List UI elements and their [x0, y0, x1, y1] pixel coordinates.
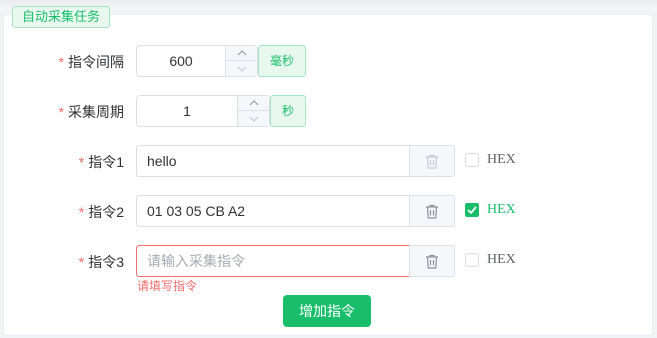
command-1-label: * 指令1	[79, 152, 124, 172]
period-increment-button[interactable]	[238, 96, 269, 111]
chevron-down-icon	[249, 116, 258, 122]
checkbox-box[interactable]	[465, 203, 479, 217]
chevron-down-icon	[237, 66, 246, 72]
add-command-button[interactable]: 增加指令	[283, 295, 371, 327]
command-3-input[interactable]: 请输入采集指令	[136, 245, 410, 277]
command-1-input[interactable]: hello	[136, 145, 410, 177]
required-mark: *	[58, 54, 64, 70]
checkbox-box[interactable]	[465, 153, 479, 167]
command-3-label-text: 指令3	[88, 254, 124, 270]
checkbox-box[interactable]	[465, 253, 479, 267]
interval-increment-button[interactable]	[226, 46, 257, 61]
interval-value[interactable]: 600	[137, 46, 225, 76]
command-2-delete-button[interactable]	[409, 195, 455, 227]
hex-label: HEX	[487, 202, 516, 217]
required-mark: *	[78, 254, 85, 270]
command-3-hex-checkbox[interactable]: HEX	[465, 252, 516, 268]
interval-label-text: 指令间隔	[68, 54, 124, 70]
command-3-placeholder: 请输入采集指令	[147, 253, 245, 269]
command-3-delete-button[interactable]	[409, 245, 455, 277]
hex-label: HEX	[487, 252, 516, 267]
command-2-hex-checkbox[interactable]: HEX	[465, 202, 516, 218]
interval-decrement-button[interactable]	[226, 61, 257, 76]
interval-number-input[interactable]: 600	[136, 45, 258, 77]
period-spinner	[237, 96, 269, 126]
hex-label: HEX	[487, 152, 516, 167]
interval-label: * 指令间隔	[59, 52, 124, 72]
period-decrement-button[interactable]	[238, 111, 269, 126]
trash-icon	[426, 254, 438, 269]
trash-icon	[426, 154, 438, 169]
required-mark: *	[78, 154, 85, 170]
required-mark: *	[58, 104, 64, 120]
command-1-delete-button[interactable]	[409, 145, 455, 177]
section-title-tag: 自动采集任务	[12, 6, 111, 28]
chevron-up-icon	[237, 50, 246, 56]
required-mark: *	[78, 204, 85, 220]
period-label-text: 采集周期	[68, 104, 124, 120]
command-2-label-text: 指令2	[88, 204, 124, 220]
chevron-up-icon	[249, 100, 258, 106]
command-3-error-message: 请填写指令	[137, 279, 198, 293]
check-icon	[467, 206, 477, 214]
period-number-input[interactable]: 1	[136, 95, 270, 127]
command-1-value: hello	[147, 153, 177, 169]
trash-icon	[426, 204, 438, 219]
command-2-value: 01 03 05 CB A2	[147, 203, 246, 219]
period-unit-tag: 秒	[270, 95, 306, 127]
command-2-input[interactable]: 01 03 05 CB A2	[136, 195, 410, 227]
command-3-label: * 指令3	[79, 252, 124, 272]
command-1-label-text: 指令1	[88, 154, 124, 170]
command-2-label: * 指令2	[79, 202, 124, 222]
interval-unit-tag: 毫秒	[258, 45, 306, 77]
command-1-hex-checkbox[interactable]: HEX	[465, 152, 516, 168]
interval-spinner	[225, 46, 257, 76]
period-label: * 采集周期	[59, 102, 124, 122]
period-value[interactable]: 1	[137, 96, 237, 126]
